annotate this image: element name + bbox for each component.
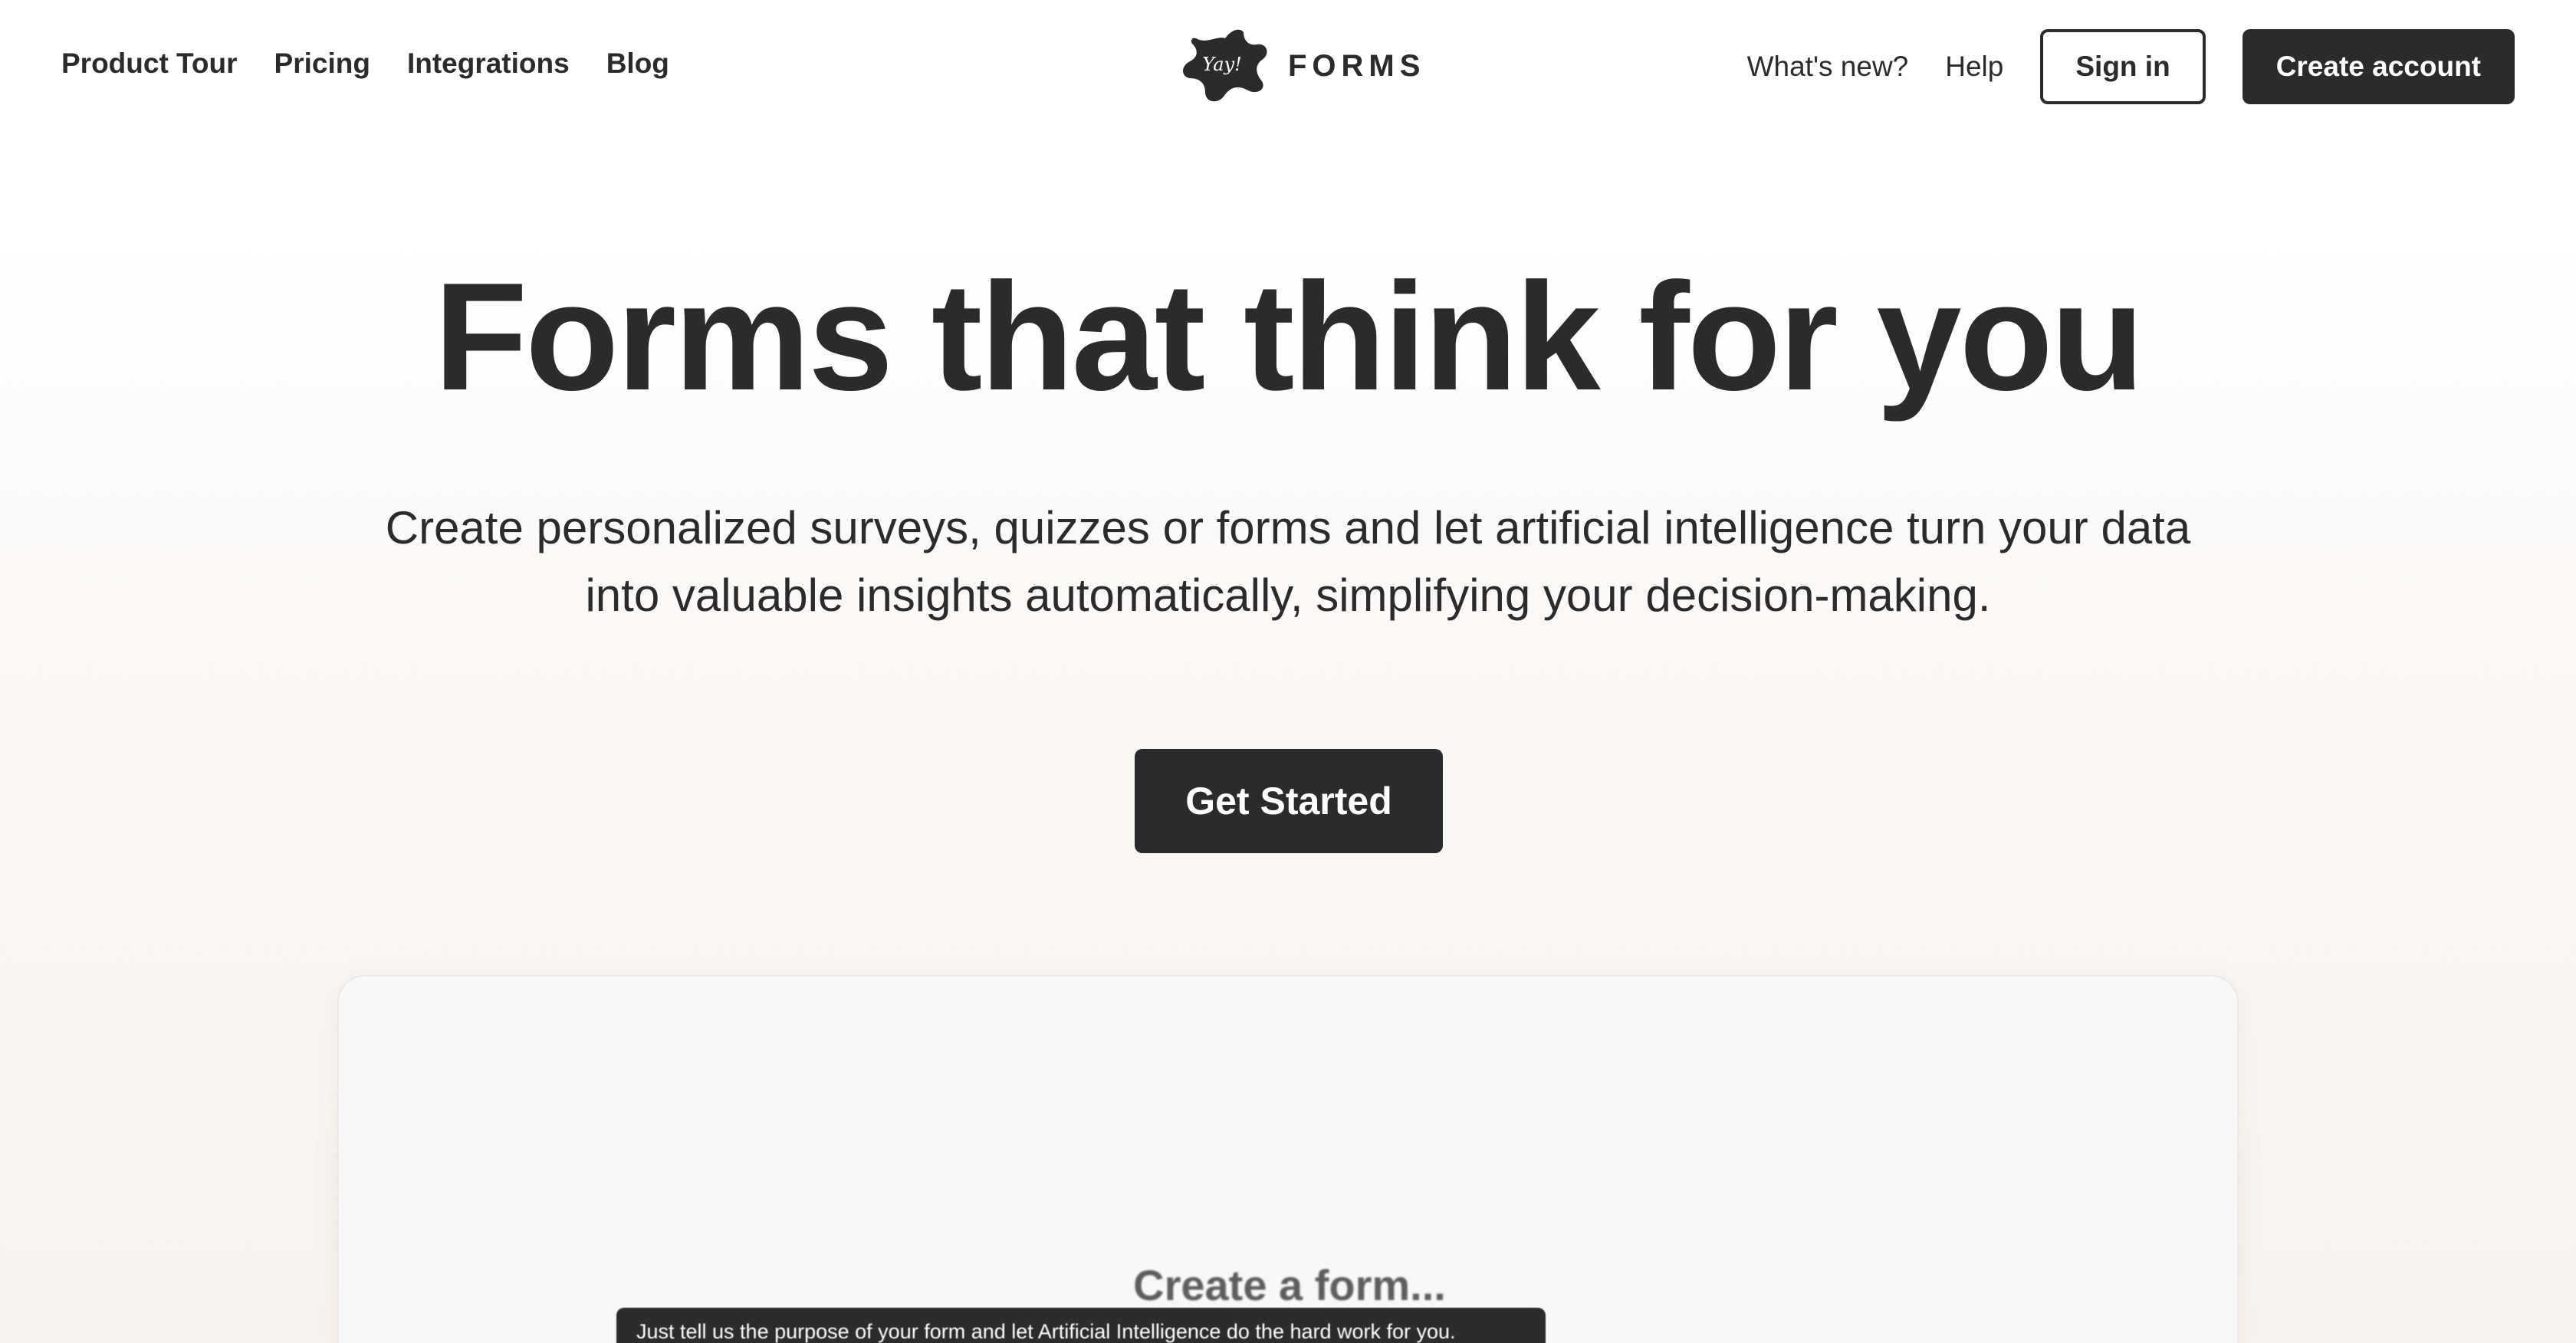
hero-title: Forms that think for you	[434, 251, 2144, 422]
top-nav: Product Tour Pricing Integrations Blog Y…	[0, 0, 2576, 138]
hero-subtitle-line-1: Create personalized surveys, quizzes or …	[385, 502, 2191, 553]
hero-subtitle-line-2: into valuable insights automatically, si…	[585, 570, 1991, 621]
nav-link-integrations[interactable]: Integrations	[407, 48, 570, 80]
primary-nav: Product Tour Pricing Integrations Blog	[61, 48, 669, 80]
logo-mark-text: Yay!	[1202, 54, 1242, 75]
preview-title: Create a form...	[1133, 1261, 1446, 1309]
nav-link-product-tour[interactable]: Product Tour	[61, 48, 238, 80]
get-started-button[interactable]: Get Started	[1135, 749, 1443, 853]
hero-subtitle: Create personalized surveys, quizzes or …	[330, 494, 2246, 629]
sign-in-button[interactable]: Sign in	[2040, 29, 2206, 104]
logo-splat-icon: Yay!	[1183, 29, 1267, 102]
account-nav: What's new? Help Sign in Create account	[1747, 29, 2515, 104]
create-account-button[interactable]: Create account	[2242, 29, 2515, 104]
brand-logo[interactable]: Yay! FORMS	[1181, 28, 1425, 104]
product-preview-card: Create a form... Just tell us the purpos…	[337, 975, 2239, 1343]
nav-link-whats-new[interactable]: What's new?	[1747, 51, 1909, 83]
preview-tooltip: Just tell us the purpose of your form an…	[616, 1308, 1546, 1343]
logo-text: FORMS	[1288, 48, 1426, 83]
nav-link-help[interactable]: Help	[1945, 51, 2003, 83]
nav-link-blog[interactable]: Blog	[606, 48, 669, 80]
nav-link-pricing[interactable]: Pricing	[274, 48, 370, 80]
